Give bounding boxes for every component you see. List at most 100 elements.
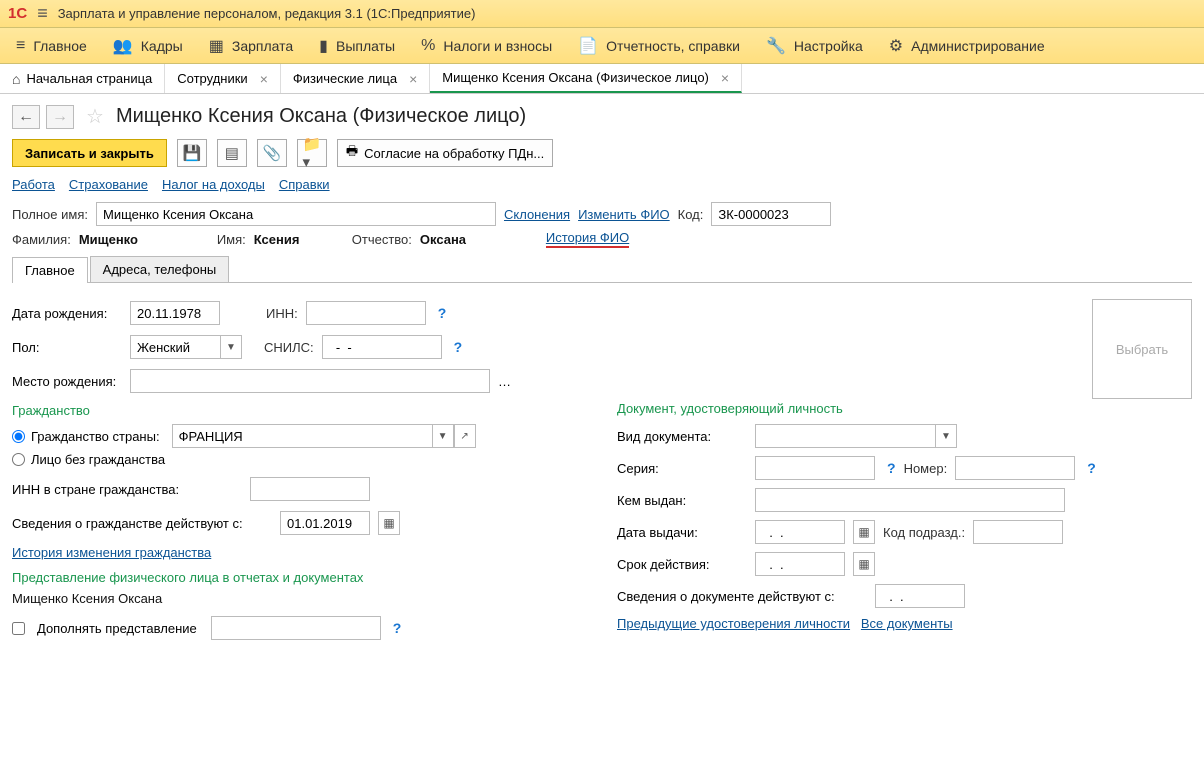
fullname-label: Полное имя: [12, 207, 88, 222]
surname-label: Фамилия: [12, 232, 71, 247]
pob-input[interactable] [130, 369, 490, 393]
consent-button[interactable]: 🖶Согласие на обработку ПДн... [337, 139, 553, 167]
issue-date-input[interactable] [755, 520, 845, 544]
fullname-input[interactable] [96, 202, 496, 226]
number-label: Номер: [904, 461, 948, 476]
printer-icon: 🖶 [346, 142, 358, 164]
menu-salary[interactable]: ▦Зарплата [199, 30, 303, 62]
tab-current-person[interactable]: Мищенко Ксения Оксана (Физическое лицо)× [430, 64, 742, 93]
inn-input[interactable] [306, 301, 426, 325]
number-input[interactable] [955, 456, 1075, 480]
sex-combo[interactable]: ▼ [130, 335, 242, 359]
name-value: Ксения [254, 232, 344, 247]
calendar-icon[interactable]: ▦ [853, 552, 875, 576]
menu-staff[interactable]: 👥Кадры [103, 30, 193, 62]
citiz-from-label: Сведения о гражданстве действуют с: [12, 516, 272, 531]
calendar-icon[interactable]: ▦ [378, 511, 400, 535]
main-menu: ≡Главное 👥Кадры ▦Зарплата ▮Выплаты %Нало… [0, 28, 1204, 64]
tab-persons[interactable]: Физические лица× [281, 64, 430, 93]
tab-home-label: Начальная страница [26, 71, 152, 86]
save-close-button[interactable]: Записать и закрыть [12, 139, 167, 167]
tab-employees[interactable]: Сотрудники × [165, 64, 281, 93]
help-icon[interactable]: ? [438, 305, 447, 321]
link-prev-docs[interactable]: Предыдущие удостоверения личности [617, 616, 850, 631]
save-button[interactable]: 💾 [177, 139, 207, 167]
series-input[interactable] [755, 456, 875, 480]
help-icon[interactable]: ? [1087, 460, 1096, 476]
nav-back-button[interactable]: ← [12, 105, 40, 129]
chevron-down-icon[interactable]: ▼ [432, 424, 454, 448]
radio-country-input[interactable] [12, 430, 25, 443]
sex-input[interactable] [130, 335, 220, 359]
supplement-checkbox[interactable] [12, 622, 25, 635]
help-icon[interactable]: ? [454, 339, 463, 355]
chevron-down-icon[interactable]: ▼ [935, 424, 957, 448]
menu-taxes[interactable]: %Налоги и взносы [411, 31, 562, 61]
link-change-fio[interactable]: Изменить ФИО [578, 207, 670, 222]
dob-input[interactable] [130, 301, 220, 325]
calendar-icon[interactable]: ▦ [853, 520, 875, 544]
valid-label: Срок действия: [617, 557, 747, 572]
chevron-down-icon[interactable]: ▼ [220, 335, 242, 359]
elipsis-button[interactable]: … [498, 374, 511, 389]
menu-settings[interactable]: 🔧Настройка [756, 30, 873, 62]
radio-country[interactable]: Гражданство страны: ▼↗ [12, 424, 587, 448]
link-fio-history[interactable]: История ФИО [546, 230, 629, 248]
inn-foreign-input[interactable] [250, 477, 370, 501]
snils-input[interactable] [322, 335, 442, 359]
menu-admin[interactable]: ⚙Администрирование [879, 30, 1055, 62]
menu-main[interactable]: ≡Главное [6, 31, 97, 61]
doctype-combo[interactable]: ▼ [755, 424, 957, 448]
country-combo[interactable]: ▼↗ [172, 424, 476, 448]
link-insurance[interactable]: Страхование [69, 177, 148, 192]
hamburger-icon[interactable]: ≡ [37, 3, 48, 24]
valid-input[interactable] [755, 552, 845, 576]
nav-forward-button[interactable]: → [46, 105, 74, 129]
percent-icon: % [421, 37, 435, 55]
page-header: ← → ☆ Мищенко Ксения Оксана (Физическое … [0, 94, 1204, 133]
country-input[interactable] [172, 424, 432, 448]
help-icon[interactable]: ? [393, 620, 402, 636]
menu-payments[interactable]: ▮Выплаты [309, 30, 405, 62]
link-declensions[interactable]: Склонения [504, 207, 570, 222]
issued-input[interactable] [755, 488, 1065, 512]
doc-button[interactable]: ▤ [217, 139, 247, 167]
tab-home[interactable]: ⌂ Начальная страница [0, 64, 165, 93]
link-refs[interactable]: Справки [279, 177, 330, 192]
link-citizenship-history[interactable]: История изменения гражданства [12, 545, 211, 560]
inn-foreign-label: ИНН в стране гражданства: [12, 482, 242, 497]
tab-main[interactable]: Главное [12, 257, 88, 283]
close-icon[interactable]: × [409, 71, 417, 87]
document-icon: ▤ [225, 144, 239, 162]
doc-from-input[interactable] [875, 584, 965, 608]
doc-from-label: Сведения о документе действуют с: [617, 589, 867, 604]
open-icon[interactable]: ↗ [454, 424, 476, 448]
patronymic-value: Оксана [420, 232, 510, 247]
citiz-from-input[interactable] [280, 511, 370, 535]
radio-stateless[interactable]: Лицо без гражданства [12, 452, 587, 467]
menu-reports[interactable]: 📄Отчетность, справки [568, 30, 750, 62]
link-tax[interactable]: Налог на доходы [162, 177, 265, 192]
folder-icon: 📁▾ [303, 135, 322, 171]
folder-button[interactable]: 📁▾ [297, 139, 327, 167]
close-icon[interactable]: × [260, 71, 268, 87]
subdiv-input[interactable] [973, 520, 1063, 544]
close-icon[interactable]: × [721, 70, 729, 86]
supplement-input[interactable] [211, 616, 381, 640]
tab-addresses[interactable]: Адреса, телефоны [90, 256, 230, 282]
doctype-input[interactable] [755, 424, 935, 448]
doctype-label: Вид документа: [617, 429, 747, 444]
favorite-icon[interactable]: ☆ [86, 104, 104, 129]
tab-label: Сотрудники [177, 71, 247, 86]
help-icon[interactable]: ? [887, 460, 896, 476]
link-work[interactable]: Работа [12, 177, 55, 192]
name-label: Имя: [217, 232, 246, 247]
photo-picker[interactable]: Выбрать [1092, 299, 1192, 399]
link-all-docs[interactable]: Все документы [861, 616, 953, 631]
representation-value: Мищенко Ксения Оксана [12, 591, 587, 606]
home-icon: ⌂ [12, 71, 20, 87]
menu-reports-label: Отчетность, справки [606, 38, 740, 54]
attach-button[interactable]: 📎 [257, 139, 287, 167]
code-input[interactable] [711, 202, 831, 226]
radio-stateless-input[interactable] [12, 453, 25, 466]
